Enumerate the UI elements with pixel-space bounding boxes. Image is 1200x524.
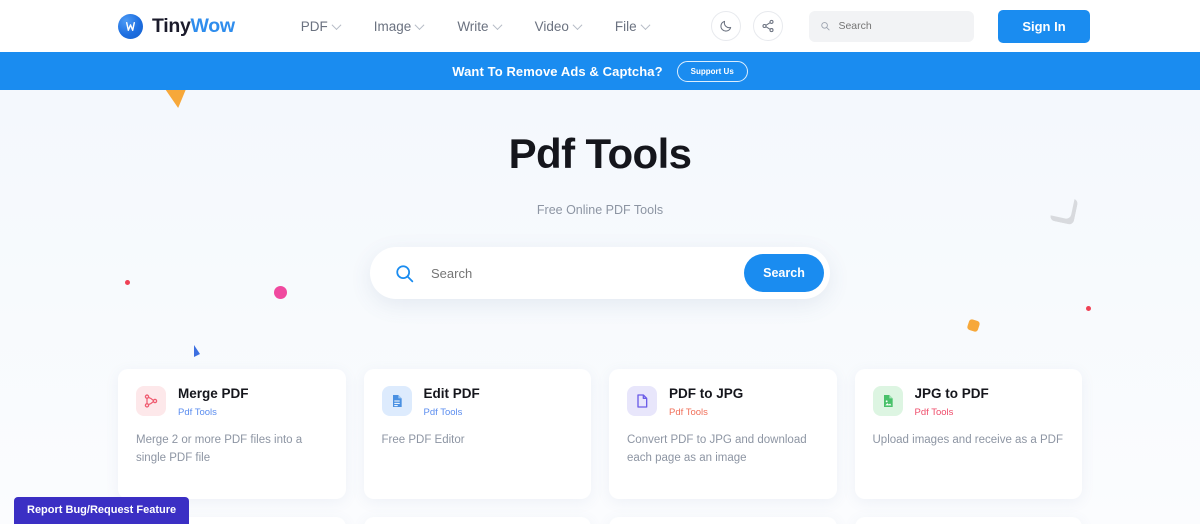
header-search-input[interactable] <box>838 20 963 32</box>
tinywow-logo-icon <box>118 13 143 39</box>
card-header: Edit PDF Pdf Tools <box>381 386 574 418</box>
sign-in-button[interactable]: Sign In <box>998 9 1090 43</box>
promo-banner: Want To Remove Ads & Captcha? Support Us <box>0 52 1200 90</box>
tool-card-pdf-to-word[interactable]: PDF to Word Pdf Tools <box>854 517 1082 524</box>
share-icon <box>762 19 774 33</box>
card-header: Merge PDF Pdf Tools <box>136 386 328 418</box>
card-heading-group: Edit PDF Pdf Tools <box>424 386 480 418</box>
chevron-down-icon <box>492 19 503 30</box>
theme-toggle-button[interactable] <box>711 11 741 41</box>
chevron-down-icon <box>414 19 425 30</box>
nav-label-file: File <box>614 18 637 34</box>
card-header: JPG to PDF Pdf Tools <box>872 386 1065 418</box>
card-category: Pdf Tools <box>914 406 954 418</box>
card-description: Upload images and receive as a PDF <box>872 433 1064 446</box>
chevron-down-icon <box>572 19 583 30</box>
nav-label-image: Image <box>373 18 412 34</box>
promo-banner-text: Want To Remove Ads & Captcha? <box>452 63 663 79</box>
brand-logo[interactable]: TinyWow <box>118 13 235 39</box>
card-category: Pdf Tools <box>423 406 463 418</box>
tool-card-edit-pdf[interactable]: Edit PDF Pdf Tools Free PDF Editor <box>363 369 591 499</box>
hero-search-input[interactable] <box>431 265 744 281</box>
card-title: PDF to JPG <box>669 386 744 401</box>
nav-label-video: Video <box>534 18 569 34</box>
page-subtitle: Free Online PDF Tools <box>536 203 664 217</box>
deco-orange-square <box>966 318 981 333</box>
card-heading-group: JPG to PDF Pdf Tools <box>915 386 989 418</box>
card-category: Pdf Tools <box>669 406 708 418</box>
header-actions: Sign In <box>711 9 1090 43</box>
moon-icon <box>720 20 732 32</box>
tool-card-change-background[interactable]: Change Background… Image Tools <box>363 517 591 524</box>
card-category: Pdf Tools <box>178 406 217 418</box>
deco-blue-arrow <box>194 345 200 357</box>
tool-card-pdf-to-jpg[interactable]: PDF to JPG Pdf Tools Convert PDF to JPG … <box>609 369 837 499</box>
chevron-down-icon <box>640 19 651 30</box>
nav-item-video[interactable]: Video <box>534 18 583 34</box>
tool-card-jpg-to-pdf[interactable]: JPG to PDF Pdf Tools Upload images and r… <box>854 369 1082 499</box>
card-description: Merge 2 or more PDF files into a single … <box>136 433 303 464</box>
deco-pink-circle <box>274 286 287 299</box>
brand-text-tiny: Tiny <box>152 14 191 37</box>
hero-search-button[interactable]: Search <box>744 254 824 292</box>
brand-text-wow: Wow <box>190 14 236 37</box>
tool-card-split-pdf[interactable]: Split PDF Pdf Tools <box>609 517 837 524</box>
nav-item-write[interactable]: Write <box>457 18 503 34</box>
card-header: PDF to JPG Pdf Tools <box>627 386 819 418</box>
merge-icon <box>136 386 166 416</box>
hero-search-bar[interactable]: Search <box>370 247 830 299</box>
card-heading-group: Merge PDF Pdf Tools <box>178 386 249 418</box>
document-edit-icon <box>381 386 412 416</box>
tool-card-merge-pdf[interactable]: Merge PDF Pdf Tools Merge 2 or more PDF … <box>118 369 346 499</box>
nav-label-write: Write <box>457 18 489 34</box>
chevron-down-icon <box>331 19 342 30</box>
card-title: JPG to PDF <box>914 386 989 401</box>
deco-red-dot-right <box>1086 306 1091 311</box>
card-description: Free PDF Editor <box>381 433 465 446</box>
nav-item-pdf[interactable]: PDF <box>300 18 342 34</box>
search-icon <box>821 22 830 31</box>
card-title: Merge PDF <box>178 386 249 401</box>
card-description: Convert PDF to JPG and download each pag… <box>627 433 807 464</box>
card-heading-group: PDF to JPG Pdf Tools <box>669 386 743 418</box>
main-navigation: PDF Image Write Video File <box>300 18 651 34</box>
report-bug-button[interactable]: Report Bug/Request Feature <box>14 497 190 524</box>
site-header: TinyWow PDF Image Write Video File Searc… <box>0 0 1200 52</box>
share-button[interactable] <box>753 11 783 41</box>
page-title: Pdf Tools <box>508 130 692 177</box>
hero-section: Pdf Tools Free Online PDF Tools Search S… <box>0 90 1200 524</box>
nav-item-file[interactable]: File <box>614 18 651 34</box>
support-us-button[interactable]: Support Us <box>676 60 748 82</box>
brand-wordmark: TinyWow <box>152 15 235 38</box>
nav-item-image[interactable]: Image <box>373 18 425 34</box>
document-icon <box>627 386 657 416</box>
header-search-box[interactable] <box>809 10 974 42</box>
search-icon <box>396 264 414 282</box>
nav-label-pdf: PDF <box>300 18 328 34</box>
card-title: Edit PDF <box>423 386 480 401</box>
deco-red-dot-left <box>125 280 130 285</box>
document-image-icon <box>872 386 903 416</box>
